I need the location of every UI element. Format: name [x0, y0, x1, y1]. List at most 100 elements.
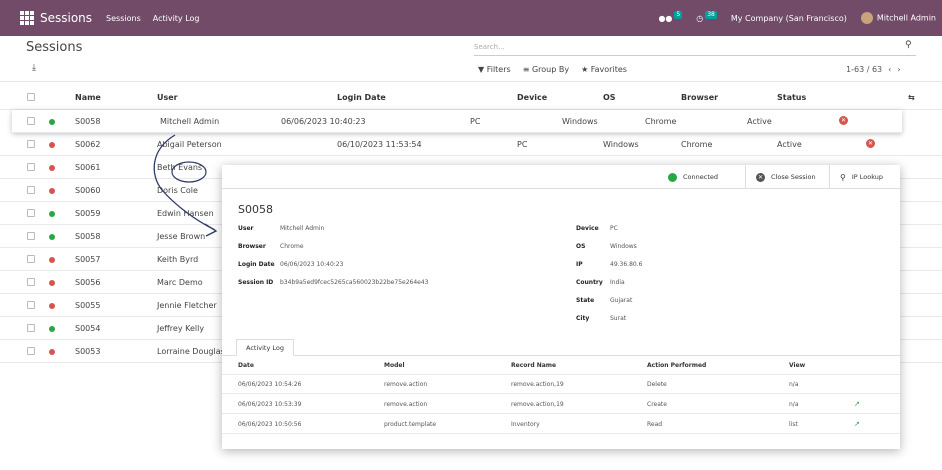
header-device[interactable]: Device	[517, 93, 547, 102]
row-checkbox[interactable]	[27, 186, 35, 194]
group-by-label: Group By	[531, 65, 570, 74]
filter-icon: ▼	[478, 65, 485, 74]
table-row-selected[interactable]: S0058 Mitchell Admin 06/06/2023 10:40:23…	[12, 110, 902, 133]
row-checkbox[interactable]	[27, 255, 35, 263]
chevron-left-icon[interactable]: ‹	[888, 65, 891, 74]
status-dot	[49, 234, 55, 240]
chevron-right-icon[interactable]: ›	[897, 65, 900, 74]
field-value: 49.36.80.6	[610, 261, 643, 268]
cell-browser: Chrome	[681, 140, 713, 149]
log-view: n/a	[789, 381, 799, 388]
log-header: Date Model Record Name Action Performed …	[222, 356, 900, 375]
close-session-button[interactable]: ✕ Close Session	[745, 165, 829, 189]
search-icon[interactable]: ⚲	[905, 40, 912, 50]
field-value: Surat	[610, 315, 627, 322]
log-model: remove.action	[384, 401, 428, 408]
row-checkbox[interactable]	[27, 209, 35, 217]
user-menu[interactable]: Mitchell Admin	[860, 12, 936, 24]
row-checkbox[interactable]	[27, 232, 35, 240]
filters-button[interactable]: ▼ Filters	[478, 65, 511, 74]
pager-value[interactable]: 1-63 / 63	[846, 65, 882, 74]
cell-user: Marc Demo	[157, 278, 203, 287]
log-view: n/a	[789, 401, 799, 408]
cell-name: S0059	[75, 209, 101, 218]
map-pin-icon: ⚲	[840, 172, 846, 182]
optional-columns-icon[interactable]: ⇆	[908, 93, 915, 102]
field-value: India	[610, 279, 625, 286]
log-header-date: Date	[238, 362, 254, 369]
app-menu-icon[interactable]	[20, 11, 34, 25]
row-checkbox[interactable]	[27, 140, 35, 148]
row-checkbox[interactable]	[27, 117, 35, 125]
row-checkbox[interactable]	[27, 278, 35, 286]
log-header-view: View	[789, 362, 806, 369]
list-header: Name User Login Date Device OS Browser S…	[0, 86, 942, 110]
ip-lookup-button[interactable]: ⚲ IP Lookup	[829, 165, 900, 189]
log-row[interactable]: 06/06/2023 10:53:39 remove.action remove.a…	[222, 395, 900, 414]
status-dot	[49, 303, 55, 309]
star-icon: ★	[581, 65, 589, 74]
status-dot	[49, 257, 55, 263]
favorites-label: Favorites	[590, 65, 627, 74]
header-browser[interactable]: Browser	[681, 93, 718, 102]
log-row[interactable]: 06/06/2023 10:50:56 product.template Inven…	[222, 415, 900, 434]
tab-activity-log[interactable]: Activity Log	[236, 339, 294, 356]
log-record: remove.action,19	[511, 401, 564, 408]
field-label: Session ID	[238, 279, 274, 286]
field-value: Gujarat	[610, 297, 633, 304]
app-brand[interactable]: Sessions	[40, 11, 92, 25]
header-name[interactable]: Name	[75, 93, 101, 102]
cell-status: Active	[747, 117, 772, 126]
cell-user: Mitchell Admin	[160, 117, 220, 126]
connected-dot-icon	[668, 172, 677, 182]
header-os[interactable]: OS	[603, 93, 616, 102]
download-icon[interactable]: ⤓	[32, 63, 36, 73]
row-checkbox[interactable]	[27, 163, 35, 171]
header-status[interactable]: Status	[777, 93, 806, 102]
menu-activity-log[interactable]: Activity Log	[153, 14, 200, 23]
field-label: OS	[576, 243, 586, 250]
close-session-icon[interactable]: ✕	[866, 139, 875, 148]
log-view: list	[789, 421, 798, 428]
cell-user: Abigail Peterson	[157, 140, 222, 149]
popup-button-bar: Connected ✕ Close Session ⚲ IP Lookup	[222, 165, 900, 189]
cell-name: S0062	[75, 140, 101, 149]
messages-button[interactable]: ●● 5	[658, 11, 683, 23]
activity-button[interactable]: ◷ 38	[696, 11, 717, 23]
select-all-checkbox[interactable]	[27, 93, 35, 101]
status-dot	[49, 211, 55, 217]
table-row[interactable]: S0062 Abigail Peterson 06/10/2023 11:53:54…	[0, 133, 942, 156]
header-user[interactable]: User	[157, 93, 178, 102]
log-row[interactable]: 06/06/2023 10:54:26 remove.action remove.a…	[222, 375, 900, 394]
status-dot	[49, 188, 55, 194]
cell-login-date: 06/06/2023 10:40:23	[281, 117, 366, 126]
cell-status: Active	[777, 140, 802, 149]
row-checkbox[interactable]	[27, 347, 35, 355]
external-link-icon[interactable]: ↗	[854, 420, 860, 428]
cell-user: Beth Evans	[157, 163, 203, 172]
cell-user: Jeffrey Kelly	[157, 324, 205, 333]
search-input[interactable]: Search...	[474, 40, 916, 56]
company-switcher[interactable]: My Company (San Francisco)	[731, 14, 847, 23]
field-value: Chrome	[280, 243, 304, 250]
log-action: Read	[647, 421, 663, 428]
group-by-button[interactable]: ≡ Group By	[523, 65, 569, 74]
status-dot	[49, 142, 55, 148]
ip-lookup-label: IP Lookup	[851, 173, 884, 181]
divider	[0, 81, 942, 82]
top-navbar: Sessions Sessions Activity Log ●● 5 ◷ 38…	[0, 0, 942, 36]
external-link-icon[interactable]: ↗	[854, 400, 860, 408]
cell-name: S0055	[75, 301, 101, 310]
close-session-icon[interactable]: ✕	[839, 116, 848, 125]
menu-sessions[interactable]: Sessions	[106, 14, 141, 23]
row-checkbox[interactable]	[27, 301, 35, 309]
field-label: User	[238, 225, 254, 232]
row-checkbox[interactable]	[27, 324, 35, 332]
favorites-button[interactable]: ★ Favorites	[581, 65, 627, 74]
log-header-record: Record Name	[511, 362, 557, 369]
avatar	[860, 12, 873, 24]
log-record: remove.action,19	[511, 381, 564, 388]
cell-name: S0054	[75, 324, 101, 333]
log-action: Create	[647, 401, 667, 408]
header-login-date[interactable]: Login Date	[337, 93, 386, 102]
